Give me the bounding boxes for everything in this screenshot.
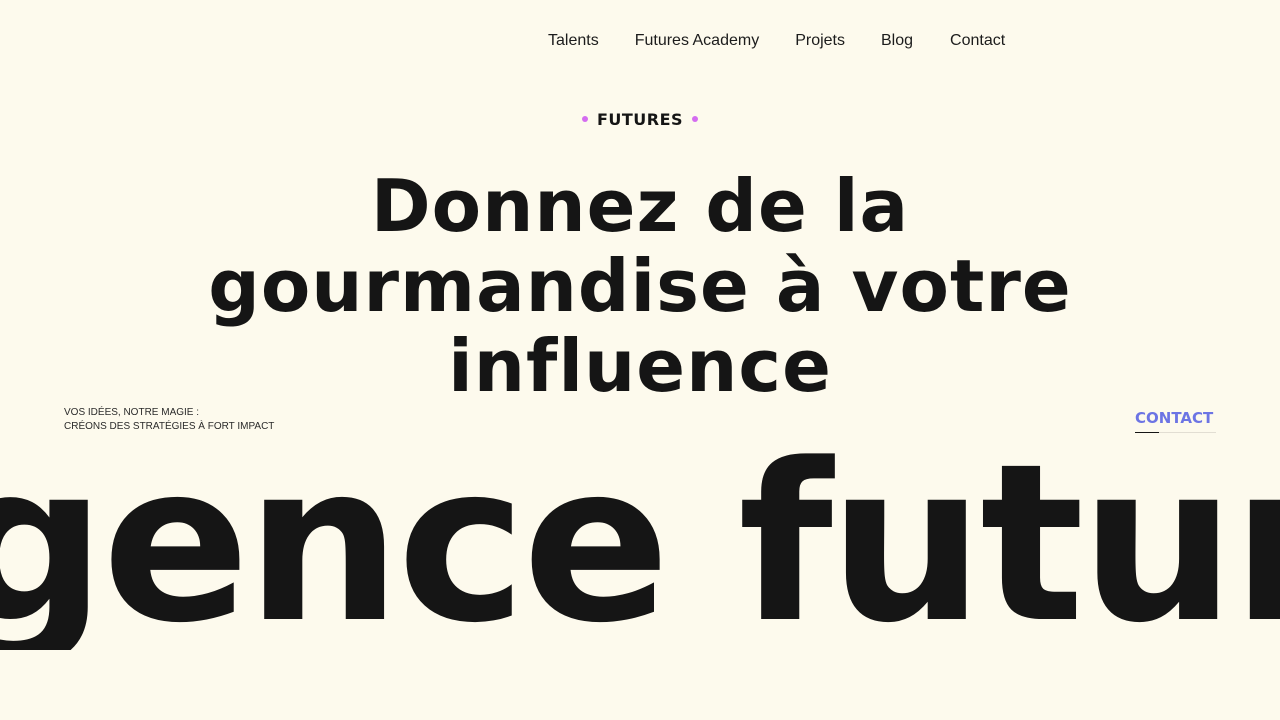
hero-line-2: gourmandise à votre	[208, 244, 1072, 328]
dot-left-icon	[581, 116, 588, 122]
hero-line-3: influence	[448, 324, 832, 408]
nav-item-projets[interactable]: Projets	[795, 31, 845, 51]
nav-item-futures-academy[interactable]: Futures Academy	[635, 31, 760, 51]
tagline-line-2: CRÉONS DES STRATÉGIES À FORT IMPACT	[64, 421, 275, 432]
contact-underline-active	[1135, 432, 1159, 433]
contact-button-label: CONTACT	[1135, 409, 1214, 427]
eyebrow-label: FUTURES	[596, 110, 684, 129]
tagline: VOS IDÉES, NOTRE MAGIE : CRÉONS DES STRA…	[64, 406, 274, 434]
contact-button[interactable]: CONTACT	[1135, 408, 1216, 433]
nav-item-contact[interactable]: Contact	[950, 31, 1005, 51]
hero-heading: Donnez de la gourmandise à votre influen…	[0, 166, 1280, 406]
dot-right-icon	[692, 116, 699, 122]
contact-underline	[1135, 432, 1216, 433]
page: Talents Futures Academy Projets Blog Con…	[0, 0, 1280, 720]
marquee-banner: gence futures agence	[0, 440, 1280, 650]
section-eyebrow: FUTURES	[0, 110, 1280, 130]
main-nav: Talents Futures Academy Projets Blog Con…	[548, 31, 1005, 51]
hero-line-1: Donnez de la	[370, 164, 910, 248]
tagline-line-1: VOS IDÉES, NOTRE MAGIE :	[64, 407, 200, 418]
nav-item-talents[interactable]: Talents	[548, 31, 599, 51]
nav-item-blog[interactable]: Blog	[881, 31, 913, 51]
